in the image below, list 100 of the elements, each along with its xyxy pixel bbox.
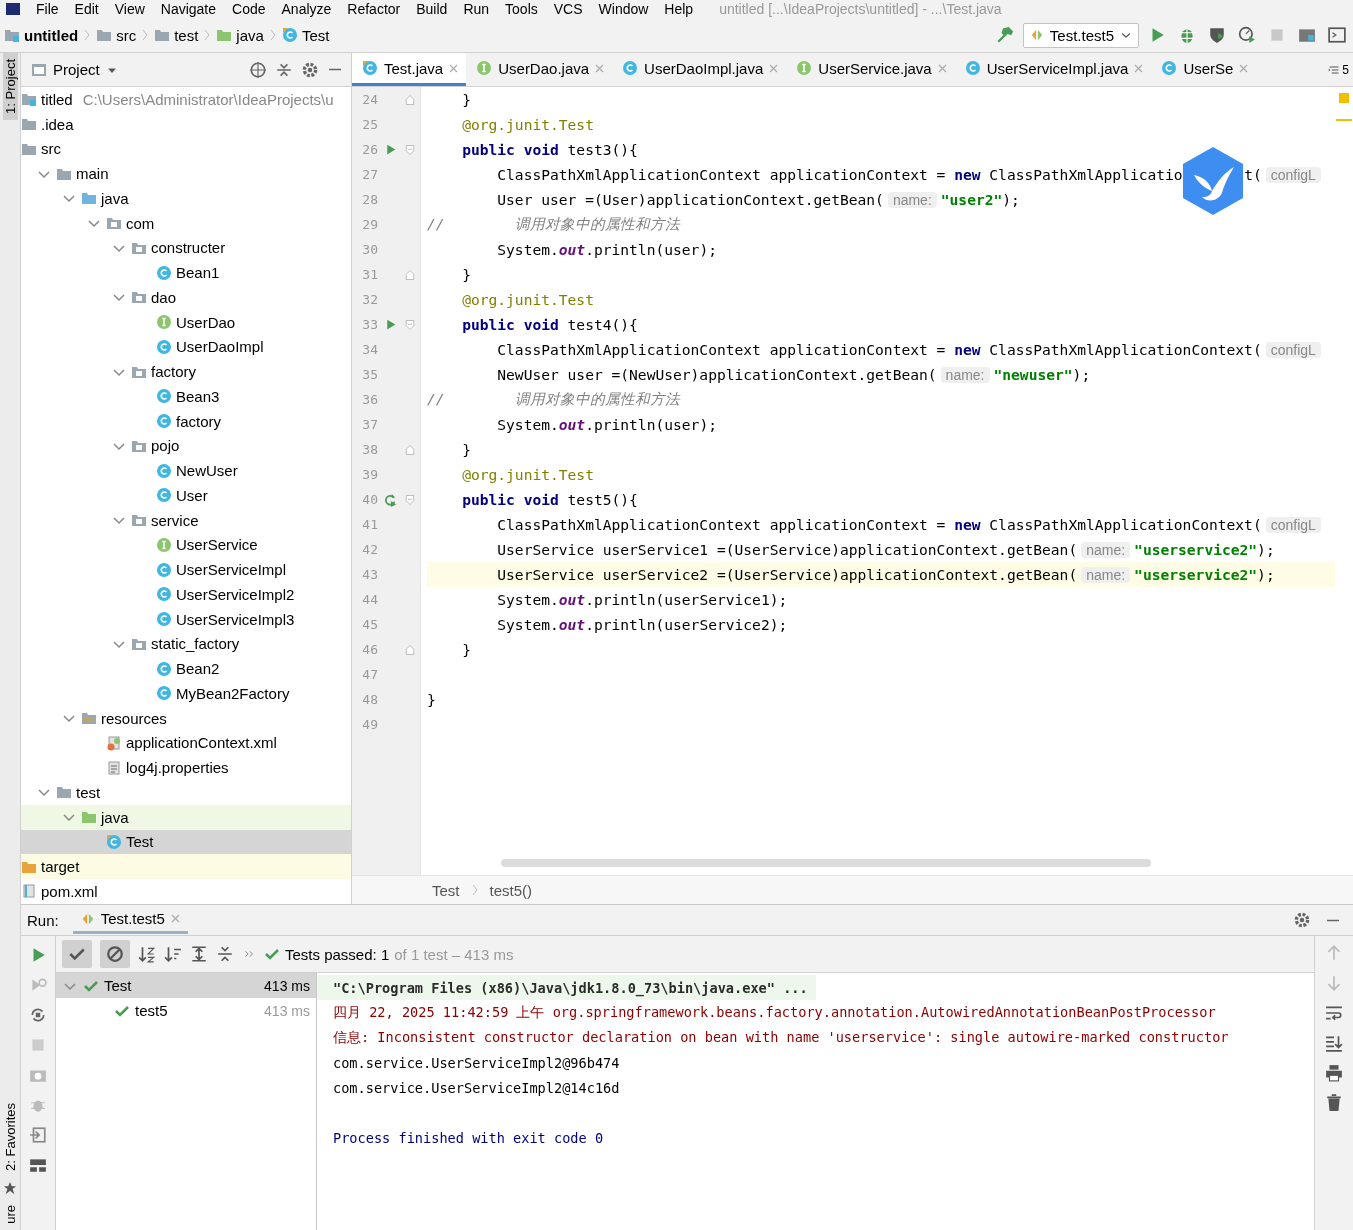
line-number: 43 [361,567,378,582]
tree-item[interactable]: pojo [21,433,351,459]
tree-item[interactable]: test [21,780,351,805]
close-icon[interactable] [595,63,605,73]
tool-window-button[interactable]: 1: Project [2,53,18,120]
tree-item[interactable]: target [21,854,351,879]
properties-file-icon [106,759,122,776]
scrollbar[interactable] [501,859,1151,867]
tree-item[interactable]: UserDao [21,309,351,335]
breadcrumb[interactable]: Test [281,26,330,44]
tree-item[interactable]: log4j.properties [21,755,351,780]
close-icon[interactable] [769,63,779,73]
menu-item[interactable]: Edit [74,1,99,17]
tree-item[interactable]: java [21,804,351,830]
tree-item[interactable]: src [21,136,351,162]
tree-item[interactable]: MyBean2Factory [21,681,351,706]
line-number: 25 [361,117,378,132]
editor-tab[interactable]: Test.java [352,53,467,86]
tree-item[interactable]: pom.xml [21,879,351,904]
warning-marker[interactable] [1336,119,1352,121]
breadcrumb[interactable]: test [154,26,199,44]
warning-marker[interactable] [1339,93,1349,103]
editor-tab[interactable]: UserDao.java [466,53,613,86]
test-class-icon [281,27,298,43]
menu-item[interactable]: Run [463,1,490,17]
tree-item[interactable]: service [21,507,351,533]
code-field: out [558,241,586,258]
sort-duration-icon [164,945,182,963]
show-ignored-toggle[interactable] [100,940,130,968]
show-passed-toggle[interactable] [62,940,92,968]
close-icon[interactable] [937,63,947,73]
menu-item[interactable]: Refactor [347,1,401,17]
tree-item[interactable]: main [21,161,351,186]
tree-item[interactable]: com [21,210,351,236]
tree-item[interactable]: UserServiceImpl [21,557,351,582]
interface-icon [156,536,172,553]
shield-icon [1208,26,1226,44]
breadcrumb[interactable]: untitled [4,26,79,44]
tab-overflow-button[interactable]: 5 [1324,53,1353,86]
editor-tab[interactable]: UserServiceImpl.java [954,53,1152,86]
tree-item[interactable]: .idea [21,111,351,137]
menu-item[interactable]: VCS [553,1,583,17]
console-line: com.service.UserServiceImpl2@14c16d [332,1078,621,1098]
tree-item[interactable]: applicationContext.xml [21,730,351,756]
tree-item[interactable]: factory [21,408,351,434]
breadcrumb[interactable]: src [96,26,137,44]
tree-item[interactable]: dao [21,285,351,310]
menu-item[interactable]: Navigate [160,1,217,17]
tool-window-button[interactable]: ure [2,1199,18,1230]
menu-item[interactable]: Help [664,1,694,17]
minimize-icon [327,68,343,71]
class-icon [156,462,172,479]
breadcrumb[interactable]: Test [432,881,460,899]
tree-item[interactable]: Test [21,829,351,855]
tree-item[interactable]: Bean3 [21,384,351,409]
line-number: 34 [361,342,378,357]
tree-item[interactable]: Bean2 [21,656,351,681]
menu-item[interactable]: Analyze [281,1,332,17]
editor-tab[interactable]: UserService.java [786,53,955,86]
tool-window-button[interactable]: 2: Favorites [2,1097,18,1178]
menu-item[interactable]: Tools [505,1,538,17]
test-item[interactable]: test5 413 ms [56,998,316,1023]
tree-item[interactable]: User [21,483,351,508]
run-tab[interactable]: Test.test5 [72,906,188,934]
code-comment: // 调用对象中的属性和方法 [427,390,680,409]
editor-tab[interactable]: UserSe [1151,53,1257,86]
code-text: ); [1257,541,1275,558]
code-text: ClassPathXmlApplicationContext applicationContext = [497,516,947,533]
run-configuration-dropdown[interactable]: Test.test5 [1022,22,1139,48]
tree-item[interactable]: resources [21,705,351,731]
close-icon[interactable] [170,914,180,923]
menu-item[interactable]: Window [598,1,649,17]
code-string: "userservice2" [1134,566,1258,583]
close-icon[interactable] [449,63,459,73]
close-icon[interactable] [1239,63,1249,73]
menu-item[interactable]: File [36,1,59,17]
breadcrumb[interactable]: test5() [489,881,533,899]
tree-item[interactable]: Bean1 [21,260,351,285]
tree-item[interactable]: UserServiceImpl3 [21,606,351,632]
test-item[interactable]: Test 413 ms [56,973,316,998]
tree-item[interactable]: static_factory [21,631,351,657]
code-keyword: new [954,341,981,358]
tree-item[interactable]: titled C:\Users\Administrator\IdeaProjects\u [21,87,351,112]
tree-item[interactable]: UserServiceImpl2 [21,582,351,607]
menu-item[interactable]: View [114,1,145,17]
tree-item[interactable]: constructer [21,235,351,261]
code-text: ClassPathXmlApplicationContext( [988,516,1262,533]
tree-item[interactable]: UserDaoImpl [21,334,351,360]
tree-item[interactable]: factory [21,359,351,384]
line-number: 27 [361,167,378,182]
project-view-dropdown[interactable]: Project [31,61,118,78]
editor-tab[interactable]: UserDaoImpl.java [612,53,787,86]
breadcrumb[interactable]: java [216,26,264,44]
tree-item[interactable]: java [21,186,351,211]
console-line: com.service.UserServiceImpl2@96b474 [332,1053,621,1073]
tree-item[interactable]: NewUser [21,458,351,483]
menu-item[interactable]: Code [232,1,266,17]
tree-item[interactable]: UserService [21,532,351,558]
menu-item[interactable]: Build [416,1,448,17]
close-icon[interactable] [1134,63,1144,73]
